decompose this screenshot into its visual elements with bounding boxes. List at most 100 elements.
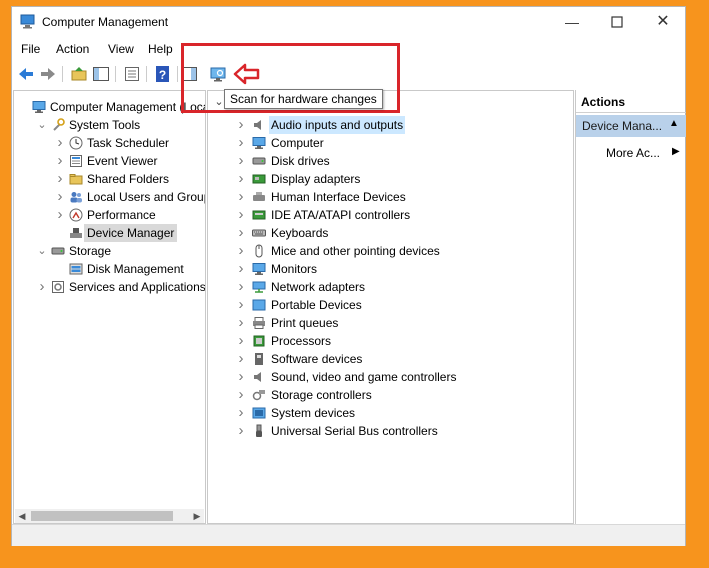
chevron-right-icon[interactable]: › [236,278,246,296]
scroll-left-icon[interactable]: ◀ [15,509,29,523]
chevron-right-icon[interactable]: › [236,404,246,422]
device-category[interactable]: › Storage controllers [208,386,573,404]
device-list-pane: ⌄ › Audio inputs and outputs › Computer › Dis… [207,90,574,524]
device-category[interactable]: › Sound, video and game controllers [208,368,573,386]
printer-icon [252,316,266,330]
tree-item[interactable]: › Services and Applications [14,278,206,296]
chevron-right-icon[interactable]: › [236,170,246,188]
tree-item[interactable]: Computer Management (Local [14,98,205,116]
tree-item[interactable]: ⌄ Storage [14,242,204,260]
window-title: Computer Management [42,15,169,29]
device-category[interactable]: › Portable Devices [208,296,573,314]
device-category-label: Audio inputs and outputs [269,116,406,134]
chevron-right-icon[interactable]: › [236,350,246,368]
properties-icon[interactable] [123,65,141,83]
chevron-right-icon[interactable]: › [236,296,246,314]
system-tools-icon [51,118,65,132]
network-adapter-icon [252,280,266,294]
chevron-right-icon[interactable]: › [55,206,65,224]
horizontal-scrollbar[interactable]: ◀ ▶ [15,509,204,523]
scroll-right-icon[interactable]: ▶ [190,509,204,523]
chevron-down-icon[interactable]: ⌄ [37,242,47,260]
tree-item[interactable]: › Local Users and Groups [14,188,206,206]
chevron-right-icon[interactable]: › [236,314,246,332]
chevron-right-icon[interactable]: › [236,224,246,242]
device-category-label: Keyboards [271,226,329,240]
actions-section-device-manager[interactable]: Device Mana... ▲ [576,115,686,137]
device-category[interactable]: › Audio inputs and outputs [208,116,573,134]
audio-icon [252,118,266,132]
tree-item-label: Device Manager [84,224,178,242]
services-icon [51,280,65,294]
device-category[interactable]: › Software devices [208,350,573,368]
system-device-icon [252,406,266,420]
device-category[interactable]: › Monitors [208,260,573,278]
device-category[interactable]: › Human Interface Devices [208,188,573,206]
tree-item[interactable]: ⌄ System Tools [14,116,204,134]
device-category[interactable]: › Disk drives [208,152,573,170]
tree-item[interactable]: › Shared Folders [14,170,204,188]
more-actions-item[interactable]: More Ac... ▶ [576,143,686,163]
sound-icon [252,370,266,384]
console-tree-icon[interactable] [92,65,110,83]
device-category[interactable]: › Universal Serial Bus controllers [208,422,573,440]
tree-item[interactable]: Disk Management [14,260,204,278]
device-category[interactable]: › Keyboards [208,224,573,242]
chevron-right-icon[interactable]: › [236,134,246,152]
forward-arrow-icon[interactable] [39,65,57,83]
menu-file[interactable]: File [21,42,40,56]
monitor-icon [252,262,266,276]
device-category-label: Universal Serial Bus controllers [271,424,438,438]
scrollbar-thumb[interactable] [31,511,173,521]
device-category[interactable]: › Computer [208,134,573,152]
device-category[interactable]: › System devices [208,404,573,422]
device-category[interactable]: › Display adapters [208,170,573,188]
tree-item-label: Storage [69,244,112,258]
tree-item[interactable]: › Performance [14,206,204,224]
chevron-right-icon[interactable]: › [236,260,246,278]
tree-item[interactable]: › Event Viewer [14,152,204,170]
menu-help[interactable]: Help [148,42,173,56]
menu-view[interactable]: View [108,42,134,56]
chevron-down-icon[interactable]: ⌄ [37,116,47,134]
tree-item-label: Shared Folders [87,172,170,186]
device-category[interactable]: › IDE ATA/ATAPI controllers [208,206,573,224]
device-category[interactable]: › Print queues [208,314,573,332]
disk-management-icon [69,262,83,276]
chevron-right-icon[interactable]: › [55,134,65,152]
status-bar [12,524,685,546]
chevron-right-icon[interactable]: › [236,152,246,170]
chevron-right-icon[interactable]: › [236,206,246,224]
chevron-right-icon[interactable]: › [236,242,246,260]
chevron-right-icon[interactable]: › [236,386,246,404]
chevron-right-icon[interactable]: › [236,332,246,350]
chevron-right-icon[interactable]: › [236,422,246,440]
chevron-right-icon[interactable]: › [37,278,47,296]
tooltip: Scan for hardware changes [224,89,383,109]
chevron-right-icon[interactable]: › [236,188,246,206]
close-button[interactable]: ✕ [653,12,673,32]
chevron-right-icon[interactable]: › [55,188,65,206]
maximize-button[interactable] [607,12,627,32]
chevron-right-icon[interactable]: › [236,368,246,386]
device-category[interactable]: › Network adapters [208,278,573,296]
chevron-right-icon[interactable]: › [236,116,246,134]
chevron-right-icon[interactable]: › [55,170,65,188]
tree-item-label: Task Scheduler [87,136,170,150]
hid-icon [252,190,266,204]
tree-item[interactable]: Device Manager [14,224,204,242]
minimize-button[interactable]: — [562,12,582,32]
back-arrow-icon[interactable] [17,65,35,83]
device-category[interactable]: › Processors [208,332,573,350]
menu-action[interactable]: Action [56,42,89,56]
device-category[interactable]: › Mice and other pointing devices [208,242,573,260]
collapse-up-icon[interactable]: ▲ [669,118,679,129]
device-category-label: IDE ATA/ATAPI controllers [271,208,411,222]
chevron-right-icon[interactable]: › [55,152,65,170]
tree-item[interactable]: › Task Scheduler [14,134,204,152]
help-icon[interactable]: ? [154,65,172,83]
ide-controller-icon [252,208,266,222]
up-folder-icon[interactable] [70,65,88,83]
disk-drive-icon [252,154,266,168]
device-manager-icon [69,226,83,240]
